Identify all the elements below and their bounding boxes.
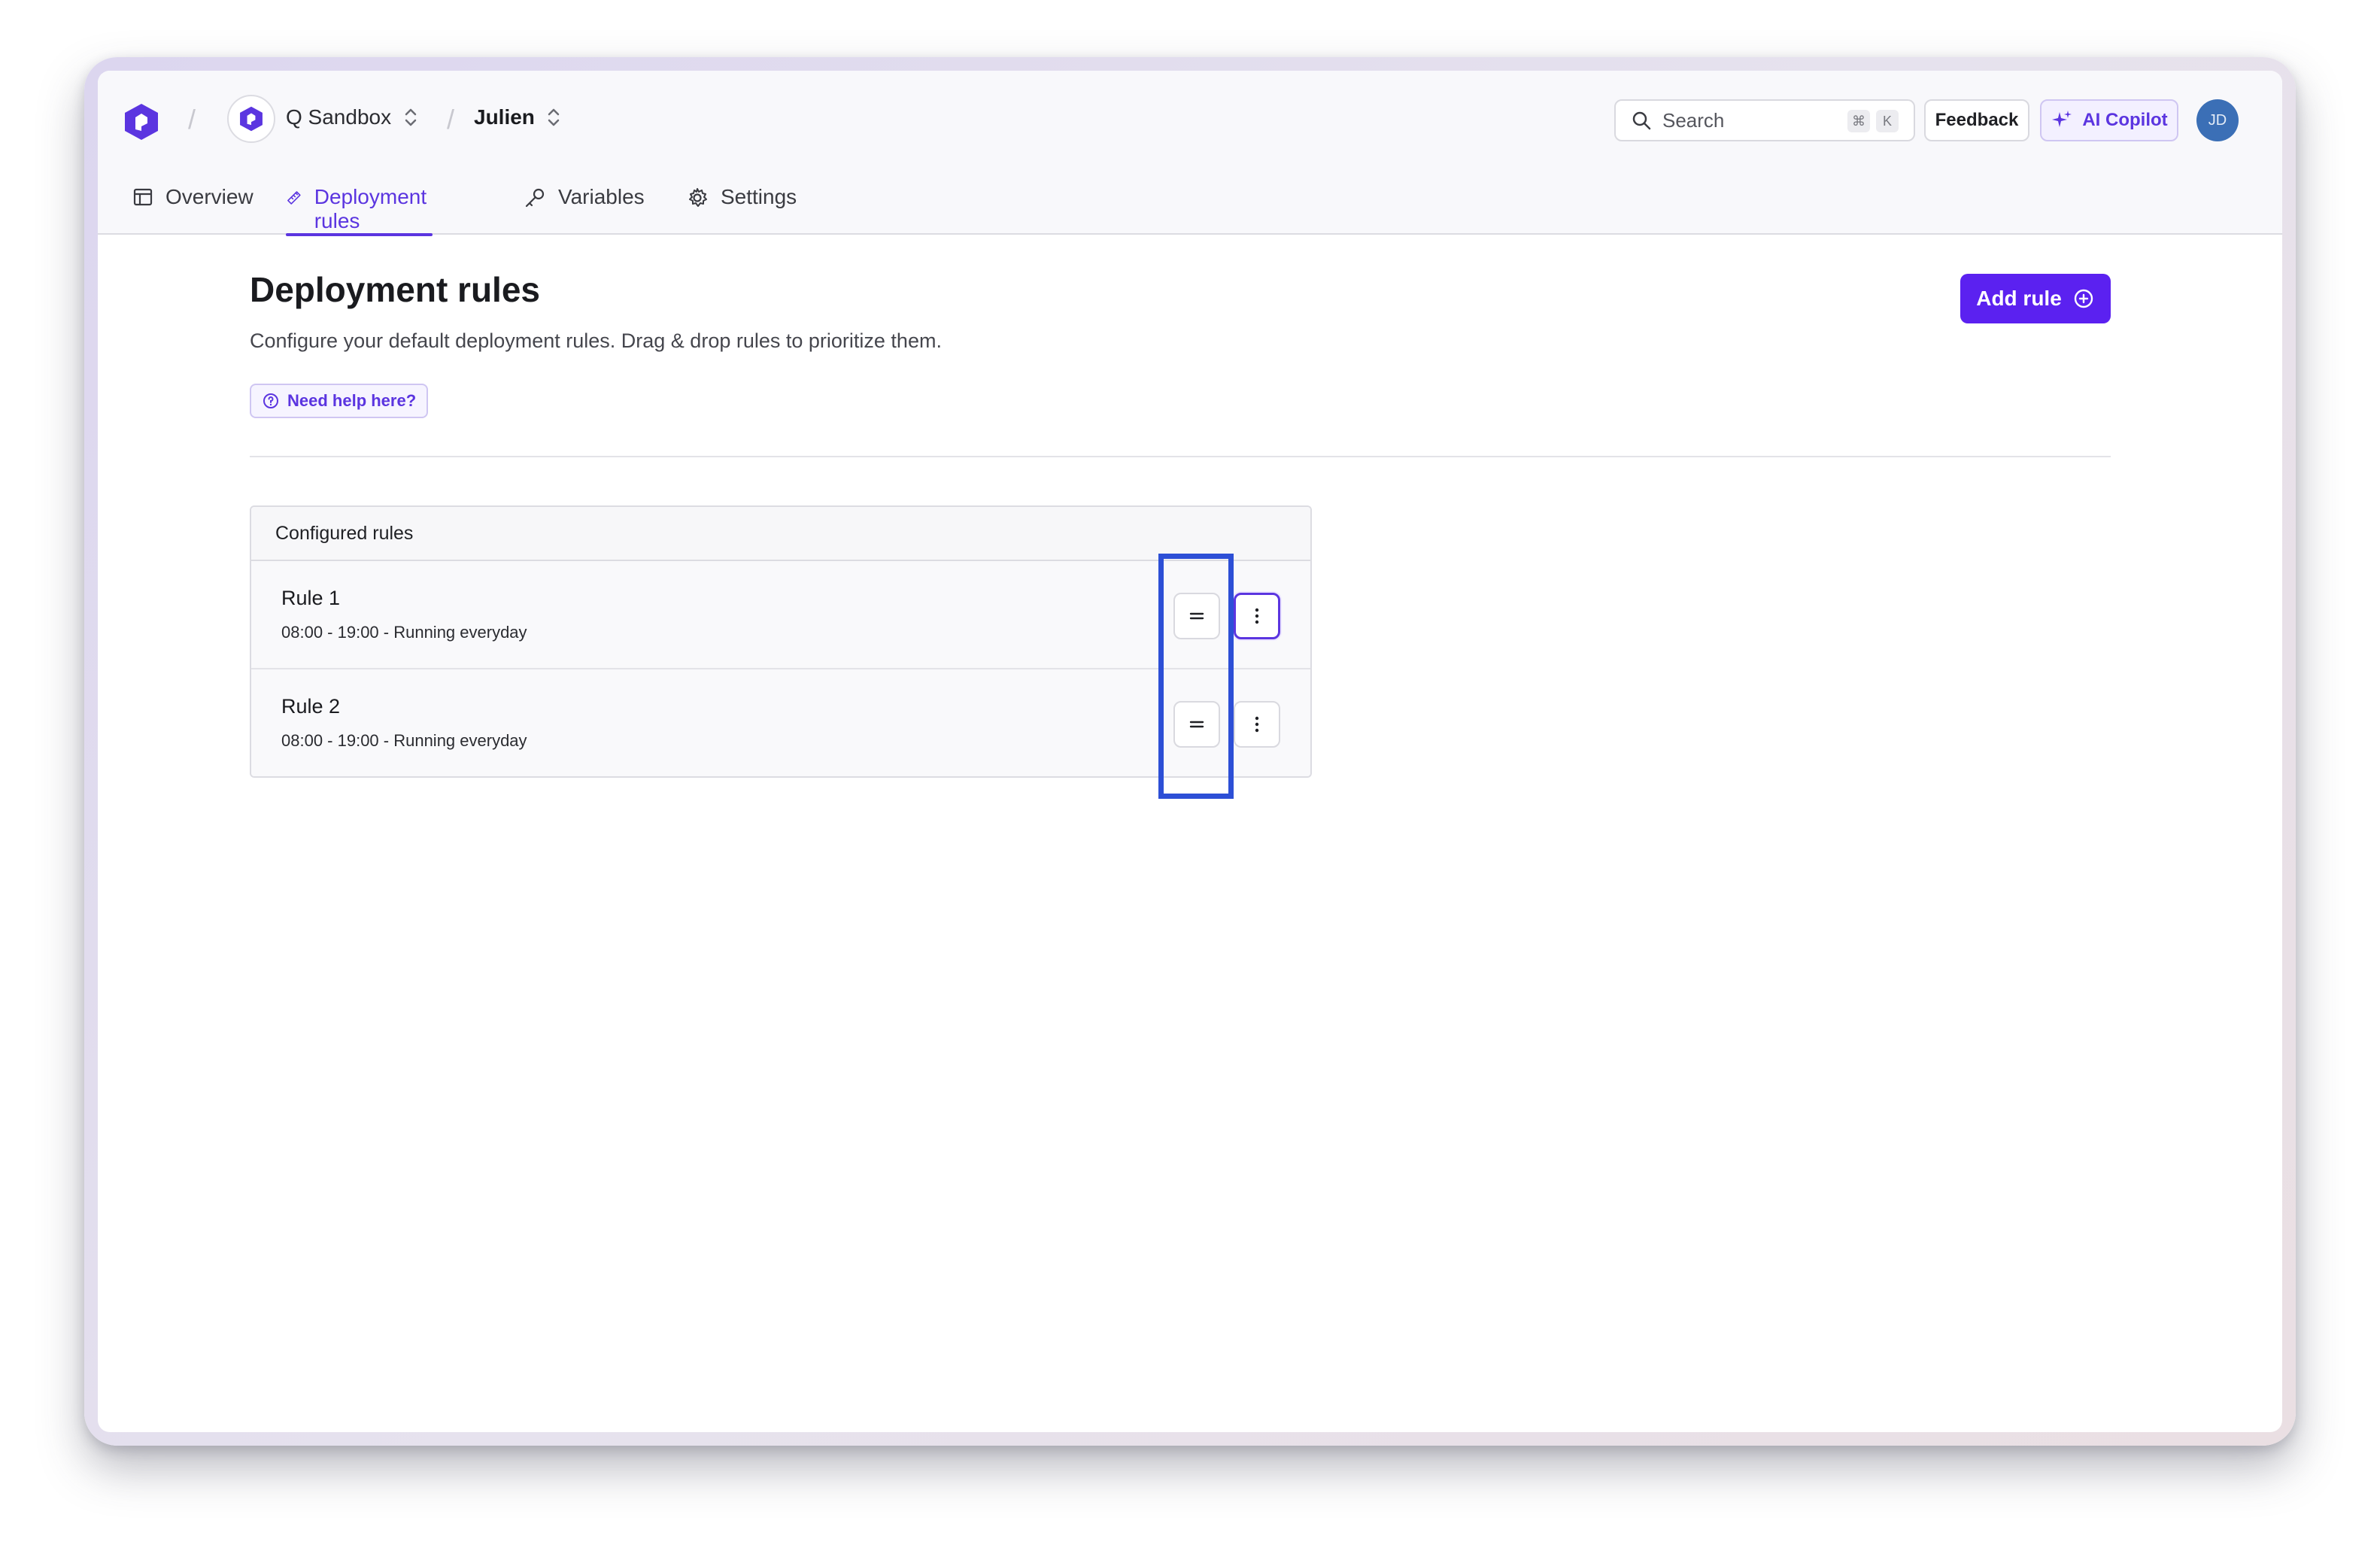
key-icon [525, 188, 545, 208]
tab-label: Overview [165, 185, 253, 208]
rule-row[interactable]: Rule 2 08:00 - 19:00 - Running everyday [251, 669, 1310, 776]
rule-schedule: 08:00 - 19:00 - Running everyday [281, 731, 527, 750]
shortcut-cmd-key: ⌘ [1847, 110, 1870, 132]
app-logo-icon[interactable] [120, 101, 162, 143]
breadcrumb-separator: / [447, 104, 455, 135]
gear-icon [689, 188, 707, 207]
org-selector[interactable]: Q Sandbox [286, 105, 391, 129]
main-content: Deployment rules Configure your default … [98, 236, 2282, 1432]
tab-label: Settings [721, 185, 797, 208]
tab-label: Deployment rules [314, 185, 427, 232]
ai-copilot-label: AI Copilot [2082, 110, 2168, 130]
annotation-highlight-box [1158, 554, 1234, 799]
more-vertical-icon [1255, 608, 1259, 624]
rule-name: Rule 2 [281, 695, 341, 718]
shortcut-k-key: K [1876, 110, 1899, 132]
tab-settings[interactable]: Settings [686, 176, 797, 235]
chevron-updown-icon[interactable] [545, 105, 563, 129]
page-title: Deployment rules [250, 270, 540, 309]
layout-icon [133, 188, 153, 206]
more-options-button[interactable] [1234, 701, 1280, 748]
help-label: Need help here? [287, 391, 417, 410]
chevron-updown-icon[interactable] [402, 105, 420, 129]
tab-overview[interactable]: Overview [132, 176, 253, 235]
feedback-button[interactable]: Feedback [1924, 99, 2029, 141]
tab-variables[interactable]: Variables [524, 176, 645, 235]
section-divider [250, 456, 2111, 457]
help-button[interactable]: Need help here? [250, 384, 429, 418]
rule-row[interactable]: Rule 1 08:00 - 19:00 - Running everyday [251, 561, 1310, 669]
tab-deployment-rules[interactable]: Deployment rules [286, 176, 433, 236]
add-rule-label: Add rule [1976, 287, 2062, 310]
plus-circle-icon [2074, 289, 2093, 308]
page-subtitle: Configure your default deployment rules.… [250, 329, 942, 352]
org-avatar[interactable] [227, 95, 275, 143]
user-avatar[interactable]: JD [2196, 99, 2239, 141]
ruler-icon [287, 191, 301, 205]
rule-name: Rule 1 [281, 587, 341, 609]
breadcrumb-separator: / [188, 104, 196, 135]
rules-panel-header: Configured rules [251, 507, 1310, 561]
rule-schedule: 08:00 - 19:00 - Running everyday [281, 623, 527, 642]
more-vertical-icon [1255, 716, 1259, 733]
configured-rules-panel: Configured rules Rule 1 08:00 - 19:00 - … [250, 505, 1312, 778]
tab-label: Variables [558, 185, 645, 208]
more-options-button[interactable] [1234, 593, 1280, 639]
ai-copilot-button[interactable]: AI Copilot [2040, 99, 2178, 141]
help-circle-icon [263, 393, 278, 408]
project-selector[interactable]: Julien [474, 105, 535, 129]
search-input[interactable]: Search ⌘ K [1614, 99, 1915, 141]
search-placeholder: Search [1662, 108, 1725, 132]
add-rule-button[interactable]: Add rule [1960, 274, 2111, 323]
top-header: / Q Sandbox / Julien Search ⌘ K Feedback [98, 71, 2282, 236]
org-logo-icon [240, 106, 263, 132]
search-icon [1632, 111, 1651, 130]
sparkle-icon [2052, 111, 2072, 127]
